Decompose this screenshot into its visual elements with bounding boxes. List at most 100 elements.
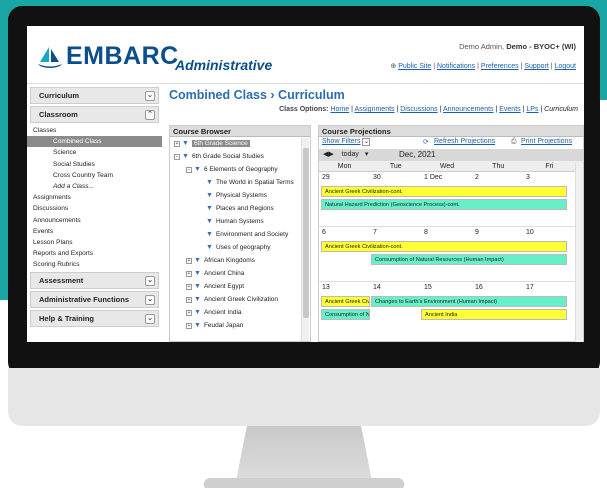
tree-item[interactable]: − ▼ 6th Grade Social Studies [174,153,264,160]
option-home[interactable]: Home [330,106,349,113]
sidebar-class-social-studies[interactable]: Social Studies [27,159,162,170]
main-content: Combined Class › Curriculum Class Option… [169,84,584,342]
projection-bar[interactable]: Ancient Greek Civilization-cont. [321,186,567,197]
expand-icon[interactable]: + [186,257,192,264]
print-icon[interactable]: ⎙ [511,138,517,146]
tree-item[interactable]: ▼ Places and Regions [206,205,274,212]
sidebar-item-events[interactable]: Events [27,226,162,237]
link-notifications[interactable]: Notifications [437,63,475,70]
sidebar-item-assignments[interactable]: Assignments [27,192,162,203]
sidebar-item-reports[interactable]: Reports and Exports [27,248,162,259]
expand-icon[interactable]: + [186,270,192,277]
chevron-down-icon[interactable]: ⌄ [145,91,155,101]
tree-item[interactable]: + ▼ Ancient Egypt [186,283,244,290]
calendar-week: 29 30 1 Dec 2 3 Ancient Greek Civilizati… [319,172,583,227]
option-lps[interactable]: LPs [526,106,538,113]
option-assignments[interactable]: Assignments [354,106,394,113]
sidebar-item-rubrics[interactable]: Scoring Rubrics [27,259,162,270]
browser-scrollbar[interactable] [301,138,309,341]
sidebar-curriculum[interactable]: Curriculum ⌄ [30,87,159,104]
chevron-down-icon[interactable]: ⌄ [145,276,155,287]
expand-icon[interactable]: + [186,283,192,290]
tree-item-label: Environment and Society [215,231,289,238]
sidebar-add-class[interactable]: Add a Class... [27,181,162,192]
scrollbar-thumb[interactable] [303,148,309,318]
tree-item[interactable]: + ▼ Feudal Japan [186,322,243,329]
sidebar-class-science[interactable]: Science [27,147,162,158]
projection-bar[interactable]: Changes to Earth's Environment (Human Im… [371,296,567,307]
projection-bar[interactable]: Ancient Greek Civilization-cont. [321,241,567,252]
tree-item[interactable]: ▼ Human Systems [206,218,264,225]
option-announcements[interactable]: Announcements [443,106,494,113]
public-site-icon: ⊕ [390,63,397,70]
calendar-scrollbar[interactable] [575,163,583,342]
tree-item[interactable]: + ▼ African Kingdoms [186,257,255,264]
calendar-week: 13 14 15 16 17 Ancient Greek Civilizatio… [319,282,583,337]
course-projections: Course Projections Show Filters ⌄ ⟳ Refr… [318,125,584,342]
sidebar-admin-functions[interactable]: Administrative Functions ⌄ [30,291,159,309]
sidebar-help-label: Help & Training [39,314,95,324]
link-logout[interactable]: Logout [555,63,576,70]
chevron-down-icon[interactable]: ⌄ [145,314,155,325]
tree-item[interactable]: + ▼ Ancient China [186,270,244,277]
next-arrow-icon[interactable]: ▶ [328,151,333,158]
tree-item[interactable]: + ▼ Ancient India [186,309,242,316]
tree-item[interactable]: + ▼ Ancient Greek Civilization [186,296,278,303]
sidebar-class-combined[interactable]: Combined Class [27,136,162,148]
chevron-up-icon[interactable]: ⌃ [145,110,155,120]
filter-toggle-icon[interactable]: ⌄ [362,138,371,146]
sidebar-item-discussions[interactable]: Discussions [27,203,162,214]
today-button[interactable]: today [342,151,359,158]
link-public-site[interactable]: Public Site [398,63,431,70]
flag-icon: ▼ [194,257,201,264]
sidebar-help[interactable]: Help & Training ⌄ [30,310,159,328]
expand-icon[interactable]: + [174,140,180,147]
print-projections-link[interactable]: Print Projections [521,138,572,145]
tree-item-label: Ancient Egypt [203,283,245,290]
monitor-chin [8,368,600,426]
calendar-week: 6 7 8 9 10 Ancient Greek Civilization-co… [319,227,583,282]
collapse-icon[interactable]: − [186,166,192,173]
collapse-icon[interactable]: − [174,153,180,160]
user-prefix: Demo Admin, [459,42,505,51]
day-number: 3 [526,174,530,181]
projection-bar[interactable]: Natural Hazard Prediction (Geoscience Pr… [321,199,567,210]
tree-item[interactable]: ▼ Physical Systems [206,192,267,199]
flag-icon: ▼ [206,179,213,186]
app-screen: EMBARC Administrative Demo Admin, Demo -… [27,26,584,342]
tree-item[interactable]: ▼ Environment and Society [206,231,288,238]
tree-item[interactable]: − ▼ 6 Elements of Geography [186,166,278,173]
sidebar: Curriculum ⌄ Classroom ⌃ Classes Combine… [27,84,162,342]
tree-item-label: Physical Systems [215,192,267,199]
sidebar-classroom[interactable]: Classroom ⌃ [30,106,159,123]
tree-item[interactable]: + ▼ 6th Grade Science [174,140,250,147]
chevron-down-icon[interactable]: ⌄ [145,295,155,306]
expand-icon[interactable]: + [186,309,192,316]
tree-item[interactable]: ▼ The World in Spatial Terms [206,179,294,186]
sidebar-class-cross-country[interactable]: Cross Country Team [27,170,162,181]
embarc-logo[interactable]: EMBARC [37,42,179,71]
show-filters-link[interactable]: Show Filters [322,138,361,145]
tree-item[interactable]: ▼ Uses of geography [206,244,271,251]
page-title: Combined Class › Curriculum [169,88,345,102]
link-support[interactable]: Support [524,63,549,70]
link-preferences[interactable]: Preferences [481,63,519,70]
course-browser-title: Course Browser [170,126,310,137]
projection-bar[interactable]: Ancient Greek Civilization-cont. [321,296,370,307]
option-events[interactable]: Events [499,106,520,113]
expand-icon[interactable]: + [186,322,192,329]
day-number: 10 [526,229,534,236]
refresh-projections-link[interactable]: Refresh Projections [434,138,495,145]
sidebar-item-lesson-plans[interactable]: Lesson Plans [27,237,162,248]
refresh-icon[interactable]: ⟳ [423,138,429,146]
option-discussions[interactable]: Discussions [400,106,437,113]
sidebar-assessment[interactable]: Assessment ⌄ [30,272,159,290]
flag-icon: ▼ [206,231,213,238]
calendar-day-headers: Mon Tue Wed Thu Fri [319,161,583,172]
view-dropdown-icon[interactable]: ▾ [365,151,369,158]
projection-bar[interactable]: Ancient India [421,309,567,320]
projection-bar[interactable]: Consumption of Natural Resources [321,309,370,320]
projection-bar[interactable]: Consumption of Natural Resources (Human … [371,254,567,265]
expand-icon[interactable]: + [186,296,192,303]
sidebar-item-announcements[interactable]: Announcements [27,215,162,226]
